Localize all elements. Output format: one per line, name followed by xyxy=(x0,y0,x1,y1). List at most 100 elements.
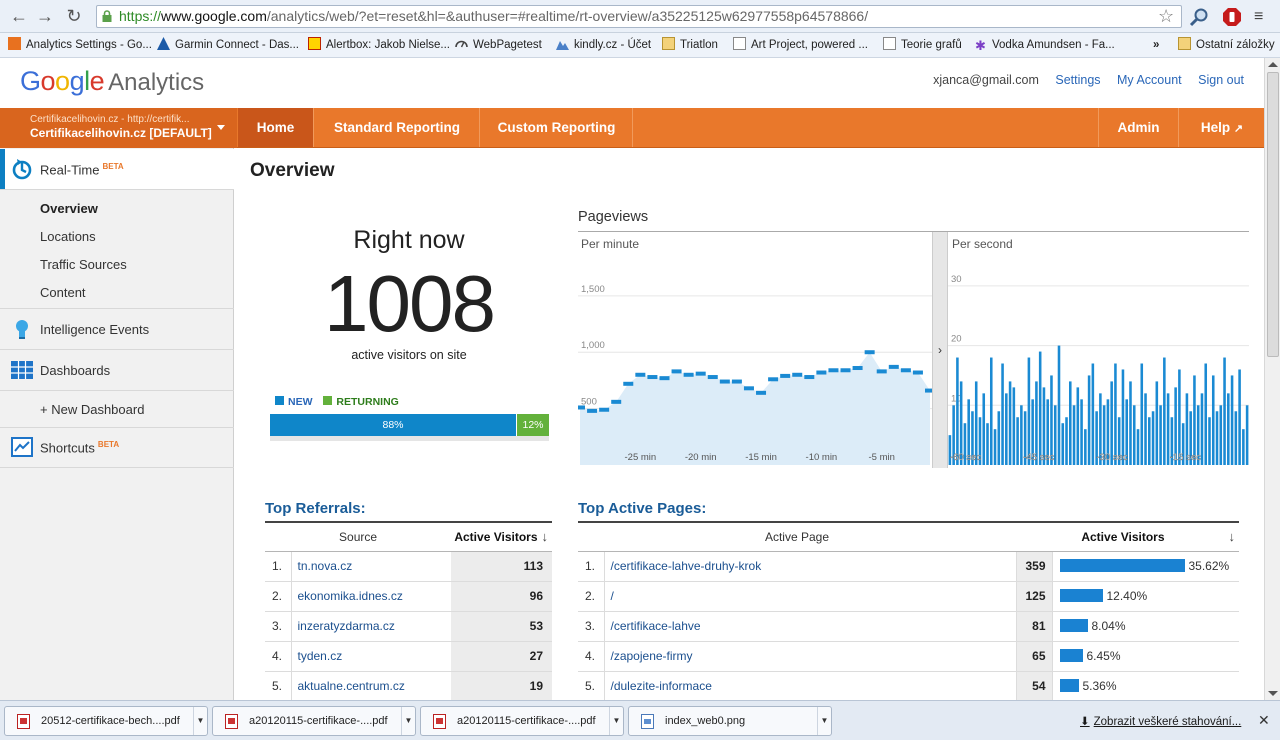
scroll-down-icon[interactable] xyxy=(1268,691,1278,696)
page-link[interactable]: /zapojene-firmy xyxy=(611,649,693,663)
source-link[interactable]: ekonomika.idnes.cz xyxy=(298,589,403,603)
page-link[interactable]: /certifikace-lahve-druhy-krok xyxy=(611,559,762,573)
account-selector[interactable]: Certifikacelihovin.cz - http://certifik.… xyxy=(0,108,237,148)
per-minute-point xyxy=(731,379,742,384)
bookmark-label: WebPagetest xyxy=(473,39,542,51)
pageviews-title: Pageviews xyxy=(578,209,649,225)
sign-out-link[interactable]: Sign out xyxy=(1198,73,1244,87)
per-second-bar xyxy=(1238,369,1241,465)
forward-icon[interactable]: → xyxy=(34,6,56,28)
sidebar-item-traffic-sources[interactable]: Traffic Sources xyxy=(40,257,127,272)
page-title: Overview xyxy=(250,160,335,181)
chevron-down-icon[interactable]: ▼ xyxy=(193,707,207,735)
download-item[interactable]: 20512-certifikace-bech....pdf ▼ xyxy=(4,706,208,736)
back-icon[interactable]: ← xyxy=(8,6,30,28)
download-filename: a20120115-certifikace-....pdf xyxy=(249,715,388,727)
sidebar-item-intelligence-events[interactable]: Intelligence Events xyxy=(0,309,234,349)
active-page-column-header[interactable]: Active Page xyxy=(578,522,1016,552)
x-tick-label: -25 min xyxy=(625,452,657,463)
x-tick-label: -15 min xyxy=(745,452,777,463)
show-all-downloads-link[interactable]: ⬇ Zobrazit veškeré stahování... xyxy=(1080,714,1241,728)
reload-icon[interactable]: ↻ xyxy=(63,6,85,28)
chevron-down-icon[interactable]: ▼ xyxy=(817,707,831,735)
sidebar-item-realtime[interactable]: Real-Time BETA xyxy=(0,149,234,189)
per-second-bar xyxy=(1140,363,1144,465)
page-link[interactable]: / xyxy=(611,589,614,603)
bookmark-triatlon[interactable]: Triatlon xyxy=(662,37,718,54)
percent-bar xyxy=(1059,679,1079,693)
bookmark-other[interactable]: Ostatní záložky xyxy=(1178,37,1275,54)
x-tick-label: -5 min xyxy=(869,452,895,463)
search-icon[interactable] xyxy=(1189,7,1209,27)
per-second-bar xyxy=(1005,393,1008,465)
sidebar-item-overview[interactable]: Overview xyxy=(40,201,98,216)
chevron-down-icon[interactable]: ▼ xyxy=(401,707,415,735)
sidebar-item-content[interactable]: Content xyxy=(40,285,86,300)
source-cell: inzeratyzdarma.cz xyxy=(291,610,452,641)
ga-header: Google Analytics xjanca@gmail.com Setting… xyxy=(0,58,1264,108)
bookmark-garmin[interactable]: Garmin Connect - Das... xyxy=(157,37,299,54)
scroll-up-icon[interactable] xyxy=(1268,62,1278,67)
main-content: Overview Right now 1008 active visitors … xyxy=(234,148,1264,700)
per-minute-point xyxy=(743,386,754,391)
download-item[interactable]: a20120115-certifikace-....pdf ▼ xyxy=(420,706,624,736)
scroll-thumb[interactable] xyxy=(1267,72,1279,357)
source-link[interactable]: tyden.cz xyxy=(298,649,343,663)
per-second-chart: 102030-60 sec-45 sec-30 sec-15 sec xyxy=(948,274,1249,465)
visitor-type-legend: NEW RETURNING xyxy=(275,396,399,408)
chevron-down-icon[interactable]: ▼ xyxy=(609,707,623,735)
settings-link[interactable]: Settings xyxy=(1055,73,1100,87)
bookmark-alertbox[interactable]: Alertbox: Jakob Nielse... xyxy=(308,37,450,54)
sidebar-item-shortcuts[interactable]: Shortcuts BETA xyxy=(0,427,234,467)
table-header: Active Page Active Visitors ↓ xyxy=(578,522,1239,552)
bookmark-teorie-grafu[interactable]: Teorie grafů xyxy=(883,37,962,54)
adblock-icon[interactable] xyxy=(1222,7,1242,27)
expand-chart-handle[interactable]: › xyxy=(932,232,948,468)
tab-standard-reporting[interactable]: Standard Reporting xyxy=(315,108,480,147)
bookmark-analytics-settings[interactable]: Analytics Settings - Go... xyxy=(8,37,152,54)
source-link[interactable]: tn.nova.cz xyxy=(298,559,353,573)
source-link[interactable]: aktualne.centrum.cz xyxy=(298,679,405,693)
bookmark-art-project[interactable]: Art Project, powered ... xyxy=(733,37,868,54)
page-link[interactable]: /dulezite-informace xyxy=(611,679,712,693)
address-bar[interactable]: https://www.google.com/analytics/web/?et… xyxy=(96,5,1182,28)
new-dashboard-link[interactable]: + New Dashboard xyxy=(40,402,144,417)
sidebar: Real-Time BETA Overview Locations Traffic… xyxy=(0,148,234,700)
per-minute-point xyxy=(599,407,610,412)
download-item[interactable]: a20120115-certifikace-....pdf ▼ xyxy=(212,706,416,736)
bookmark-vodka-amundsen[interactable]: ✱ Vodka Amundsen - Fa... xyxy=(974,37,1115,54)
bookmark-star-icon[interactable]: ☆ xyxy=(1158,6,1174,27)
active-visitors-column-header[interactable]: Active Visitors ↓ xyxy=(451,522,552,552)
per-second-bar xyxy=(1087,375,1091,465)
page-scrollbar[interactable] xyxy=(1264,58,1280,700)
percent-cell: 8.04% xyxy=(1051,610,1239,641)
sort-down-icon: ↓ xyxy=(1228,529,1236,545)
source-cell: aktualne.centrum.cz xyxy=(291,670,452,700)
menu-icon[interactable]: ≡ xyxy=(1254,7,1274,27)
per-second-bar xyxy=(1208,417,1211,465)
download-item[interactable]: index_web0.png ▼ xyxy=(628,706,832,736)
source-column-header[interactable]: Source xyxy=(265,522,452,552)
per-second-bar xyxy=(1132,405,1136,465)
active-visitors-column-header[interactable]: Active Visitors ↓ xyxy=(1016,522,1239,552)
table-row: 4. /zapojene-firmy 65 6.45% xyxy=(578,640,1239,671)
tab-custom-reporting[interactable]: Custom Reporting xyxy=(481,108,633,147)
tab-help[interactable]: Help ↗ xyxy=(1180,108,1264,147)
bookmark-kindly[interactable]: kindly.cz - Účet xyxy=(556,37,651,54)
close-icon[interactable]: ✕ xyxy=(1258,712,1270,729)
source-link[interactable]: inzeratyzdarma.cz xyxy=(298,619,395,633)
tab-home[interactable]: Home xyxy=(238,108,314,147)
tab-admin[interactable]: Admin xyxy=(1098,108,1179,147)
bookmark-webpagetest[interactable]: WebPagetest xyxy=(455,37,542,54)
per-second-bar xyxy=(1215,411,1219,465)
per-second-bar xyxy=(1114,363,1117,465)
sidebar-item-dashboards[interactable]: Dashboards xyxy=(0,350,234,390)
visitors-cell: 54 xyxy=(1016,670,1052,700)
more-bookmarks-chevron-icon[interactable]: » xyxy=(1153,37,1159,54)
page-link[interactable]: /certifikace-lahve xyxy=(611,619,701,633)
sidebar-item-locations[interactable]: Locations xyxy=(40,229,96,244)
chevron-right-icon: › xyxy=(938,343,942,357)
per-minute-area xyxy=(580,352,930,465)
google-analytics-logo[interactable]: Google Analytics xyxy=(20,66,204,97)
my-account-link[interactable]: My Account xyxy=(1117,73,1182,87)
